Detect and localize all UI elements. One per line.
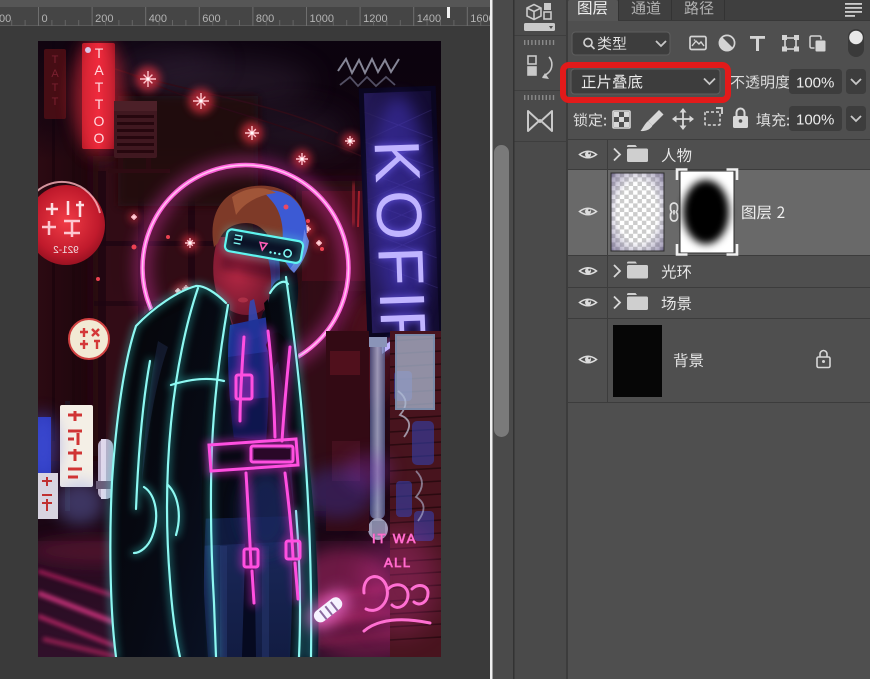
svg-text:0: 0 <box>42 13 48 25</box>
svg-text:O: O <box>362 189 436 241</box>
svg-text:A: A <box>51 68 59 80</box>
svg-text:A: A <box>94 62 104 78</box>
svg-text:100%: 100% <box>796 75 834 92</box>
svg-text:ALL: ALL <box>384 555 412 570</box>
svg-text:400: 400 <box>149 13 167 25</box>
svg-text:O: O <box>94 113 105 129</box>
svg-text:600: 600 <box>202 13 220 25</box>
svg-text:T: T <box>52 54 59 66</box>
svg-text:1200: 1200 <box>363 13 387 25</box>
svg-text:200: 200 <box>95 13 113 25</box>
svg-text:K: K <box>361 139 434 184</box>
svg-text:921-2: 921-2 <box>53 245 79 256</box>
svg-text:1000: 1000 <box>310 13 334 25</box>
svg-text:T: T <box>95 45 104 61</box>
svg-text:O: O <box>94 130 105 146</box>
svg-text:I: I <box>366 290 439 310</box>
svg-text:T: T <box>52 96 59 108</box>
svg-text:800: 800 <box>256 13 274 25</box>
svg-text:T: T <box>95 96 104 112</box>
svg-text:1400: 1400 <box>417 13 441 25</box>
svg-text:IT WA: IT WA <box>372 531 417 546</box>
svg-text:T: T <box>95 79 104 95</box>
svg-text:00: 00 <box>0 13 11 25</box>
svg-text:F: F <box>364 245 437 287</box>
svg-text:T: T <box>52 82 59 94</box>
svg-text:100%: 100% <box>796 112 834 129</box>
